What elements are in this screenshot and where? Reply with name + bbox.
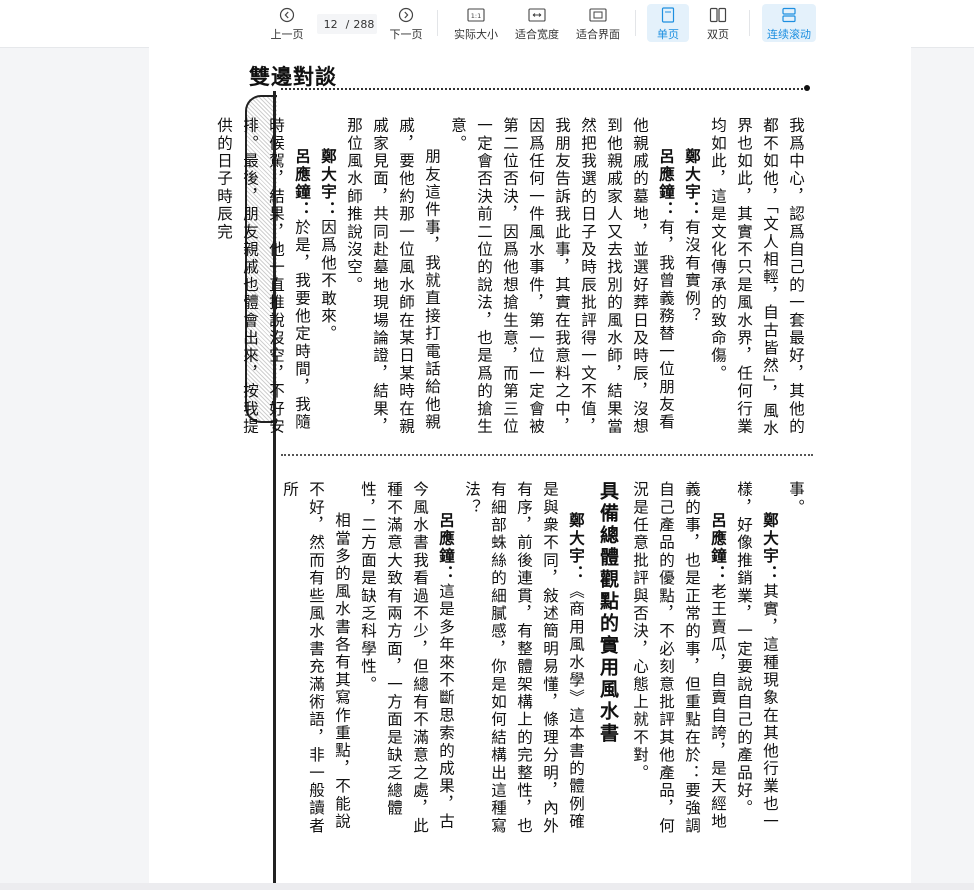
paragraph: 呂應鐘：於是，我要他定時間，我隨時候駕，結果，他一直推說沒空，不好安排。最後，朋…	[215, 117, 312, 436]
double-page-icon	[709, 5, 727, 24]
double-page-button[interactable]: 双页	[700, 4, 736, 42]
document-page: 雙邊對談 我爲中心，認爲自己的一套最好，其他的都不如他，「文人相輕，自古皆然」，…	[149, 47, 911, 883]
continuous-scroll-icon	[781, 5, 797, 24]
toolbar-divider	[749, 10, 750, 36]
actual-size-icon: 1:1	[467, 5, 485, 24]
section-heading: 具備總體觀點的實用風水書	[597, 481, 619, 745]
next-page-button[interactable]: 下一页	[387, 4, 425, 42]
dotted-rule-middle	[281, 454, 813, 456]
svg-text:1:1: 1:1	[471, 12, 481, 20]
paragraph: 鄭大宇：因爲他不敢來。	[319, 148, 338, 343]
prev-page-label: 上一页	[270, 28, 304, 41]
toolbar-divider	[437, 10, 438, 36]
paragraph: 我爲中心，認爲自己的一套最好，其他的都不如他，「文人相輕，自古皆然」，風水界也如…	[709, 117, 805, 438]
paragraph: 鄭大宇：其實，這種現象在其他行業也一樣，好像推銷業，一定要說自己的產品好。	[735, 481, 780, 831]
running-head: 雙邊對談	[249, 64, 337, 89]
fit-width-label: 适合宽度	[515, 28, 559, 41]
single-page-icon	[661, 5, 675, 24]
speaker-name: 呂應鐘：	[293, 148, 312, 219]
double-page-label: 双页	[707, 28, 729, 41]
paragraph: 呂應鐘：老王賣瓜，自賣自誇，是天經地義的事，也是正常的事，但重點在於：要強調自己…	[631, 481, 728, 835]
paragraph: 呂應鐘：這是多年來不斷思索的成果，古今風水書我看過不少，但總有不滿意之處，此種不…	[359, 481, 456, 835]
paragraph: 鄭大宇：有沒有實例？	[683, 148, 702, 326]
speaker-name: 鄭大宇：	[319, 148, 338, 219]
total-pages: 288	[353, 17, 375, 31]
rule-end-dot	[804, 85, 810, 91]
paragraph: 相當多的風水書各有其寫作重點，不能說不好，然而有些風水書充滿術語，非一般讀者所	[281, 481, 351, 835]
fit-width-button[interactable]: 适合宽度	[512, 4, 562, 42]
fit-page-icon	[589, 5, 607, 24]
fit-page-button[interactable]: 适合界面	[573, 4, 623, 42]
continuous-scroll-label: 连续滚动	[767, 28, 811, 41]
actual-size-label: 实际大小	[454, 28, 498, 41]
upper-text-block: 我爲中心，認爲自己的一套最好，其他的都不如他，「文人相輕，自古皆然」，風水界也如…	[215, 117, 809, 447]
speaker-name: 鄭大宇：	[761, 512, 780, 583]
paragraph: 事。	[787, 481, 805, 517]
bottom-scroll-area[interactable]	[0, 883, 974, 890]
paragraph: 呂應鐘：有，我曾義務替一位朋友看他親戚的墓地，並選好葬日及時辰，沒想到他親戚家人…	[449, 117, 676, 436]
page-number-input[interactable]	[319, 17, 342, 31]
dotted-rule-top	[281, 88, 807, 90]
actual-size-button[interactable]: 1:1 实际大小	[452, 4, 500, 42]
speaker-name: 鄭大宇：	[683, 148, 702, 219]
continuous-scroll-button[interactable]: 连续滚动	[762, 4, 816, 42]
fit-width-icon	[528, 5, 546, 24]
page-indicator: / 288	[317, 14, 377, 34]
viewer-toolbar: 上一页 / 288 下一页 1:1 实际大小 适合宽度 适合界面	[0, 0, 974, 48]
lower-text-block: 事。 鄭大宇：其實，這種現象在其他行業也一樣，好像推銷業，一定要說自己的產品好。…	[281, 481, 809, 841]
fit-page-label: 适合界面	[576, 28, 620, 41]
chevron-left-circle-icon	[279, 5, 295, 24]
speaker-name: 呂應鐘：	[657, 148, 676, 219]
speaker-name: 呂應鐘：	[709, 512, 728, 583]
speaker-name: 呂應鐘：	[437, 512, 456, 583]
prev-page-button[interactable]: 上一页	[268, 4, 306, 42]
page-separator: /	[345, 17, 350, 31]
next-page-label: 下一页	[389, 28, 423, 41]
speaker-name: 鄭大宇：	[567, 512, 586, 583]
paragraph: 朋友這件事，我就直接打電話給他親戚，要他約那一位風水師在某日某時在親戚家見面，共…	[345, 117, 441, 436]
paragraph: 鄭大宇：《商用風水學》這本書的體例確是與衆不同，敍述簡明易懂，條理分明，內外有序…	[463, 481, 586, 835]
chevron-right-circle-icon	[398, 5, 414, 24]
single-page-label: 单页	[657, 28, 679, 41]
single-page-button[interactable]: 单页	[647, 4, 689, 42]
toolbar-divider	[635, 10, 636, 36]
